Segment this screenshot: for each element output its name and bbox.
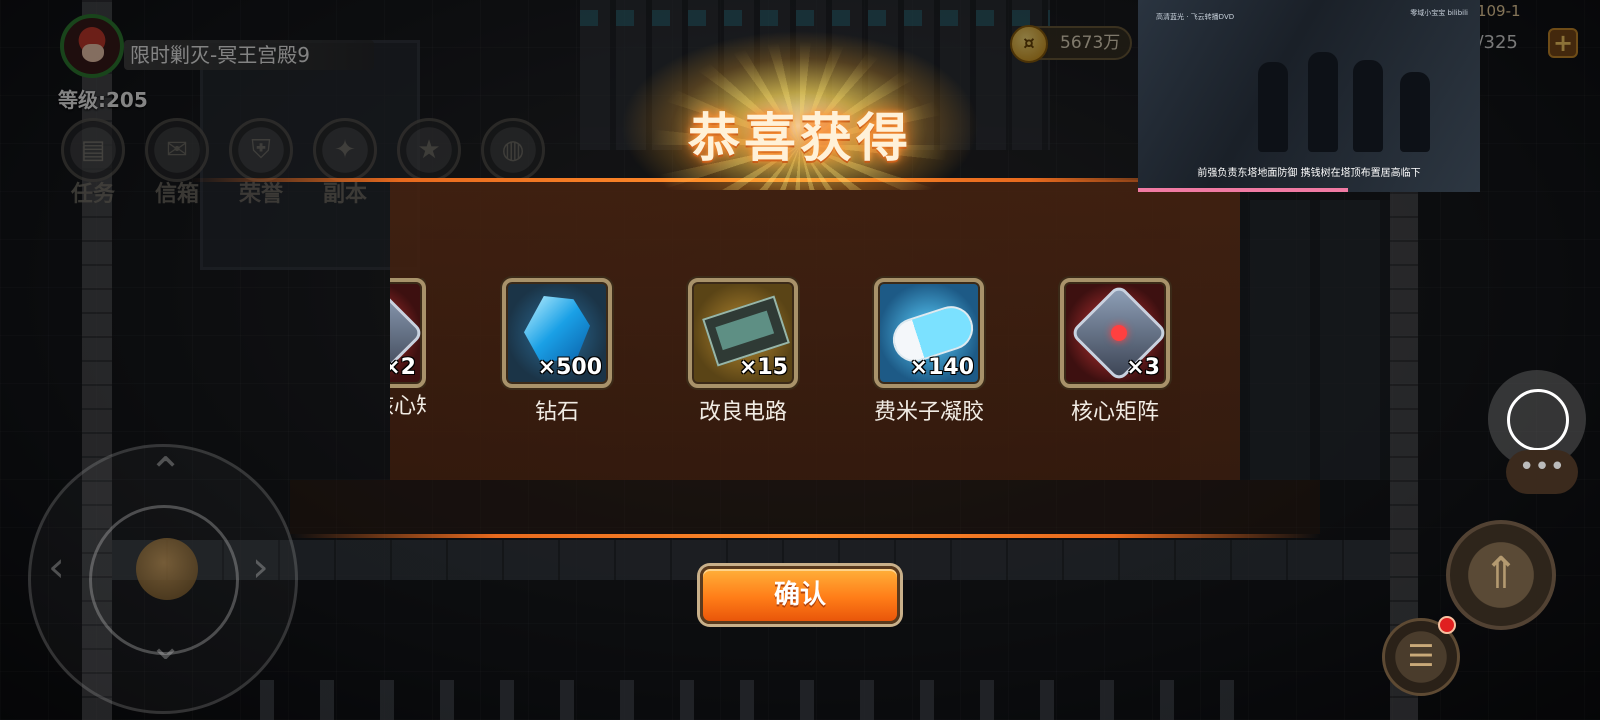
- joystick-knob[interactable]: [136, 538, 198, 600]
- reward-qty: ×140: [909, 355, 974, 380]
- jump-button[interactable]: ⇑: [1446, 520, 1556, 630]
- reward-name: 钻石: [534, 400, 579, 425]
- arrow-right-icon: ›: [252, 542, 269, 591]
- confirm-button[interactable]: 确认: [700, 566, 900, 624]
- arrow-up-icon: ⌃: [148, 448, 184, 497]
- video-watermark-right: 零域小宝宝 bilibili: [1410, 9, 1468, 17]
- reward-qty: ×2: [390, 355, 416, 380]
- video-figure: [1258, 62, 1288, 152]
- diamond-icon: ×500: [502, 278, 612, 388]
- arrow-down-icon: ⌄: [148, 620, 184, 669]
- reward-name: 改良电路: [698, 400, 787, 425]
- reward-qty: ×500: [537, 355, 602, 380]
- core-matrix-icon: ×3: [1060, 278, 1170, 388]
- reward-name: 费米子凝胶: [873, 400, 984, 425]
- video-figure: [1308, 52, 1338, 152]
- diamond-art: [524, 296, 590, 362]
- video-overlay[interactable]: 高清蓝光 · 飞云转播DVD 零域小宝宝 bilibili 前强负责东塔地面防御…: [1138, 0, 1480, 192]
- video-subtitle: 前强负责东塔地面防御 携钱树在塔顶布置居高临下: [1197, 168, 1421, 179]
- more-button[interactable]: •••: [1506, 450, 1578, 494]
- video-figure: [1353, 60, 1383, 152]
- video-progress-bar: [1138, 188, 1348, 192]
- reward-item-partial[interactable]: ×2: [390, 278, 426, 388]
- core-matrix-icon: ×2: [390, 278, 426, 388]
- gel-capsule-icon: ×140: [874, 278, 984, 388]
- notification-badge: [1438, 616, 1456, 634]
- video-figure: [1400, 72, 1430, 152]
- circuit-board-icon: ×15: [688, 278, 798, 388]
- reward-qty: ×15: [738, 355, 788, 380]
- reward-item-circuit[interactable]: ×15 改良电路: [688, 278, 798, 426]
- reward-item-diamond[interactable]: ×500 钻石: [502, 278, 612, 426]
- reward-item-core[interactable]: ×3 核心矩阵: [1060, 278, 1170, 426]
- arrow-left-icon: ‹: [48, 542, 65, 591]
- dialog-lower-band: [290, 480, 1320, 534]
- reward-name-partial: 核心矩阵: [390, 388, 426, 420]
- reward-qty: ×3: [1126, 355, 1160, 380]
- reward-item-gel[interactable]: ×140 费米子凝胶: [874, 278, 984, 426]
- reward-name: 核心矩阵: [1070, 400, 1159, 425]
- video-watermark-left: 高清蓝光 · 飞云转播DVD: [1156, 13, 1235, 21]
- dialog-bottom-line: [290, 534, 1320, 538]
- reward-name: 核心矩阵: [390, 394, 426, 419]
- dialog-title: 恭喜获得: [687, 109, 912, 169]
